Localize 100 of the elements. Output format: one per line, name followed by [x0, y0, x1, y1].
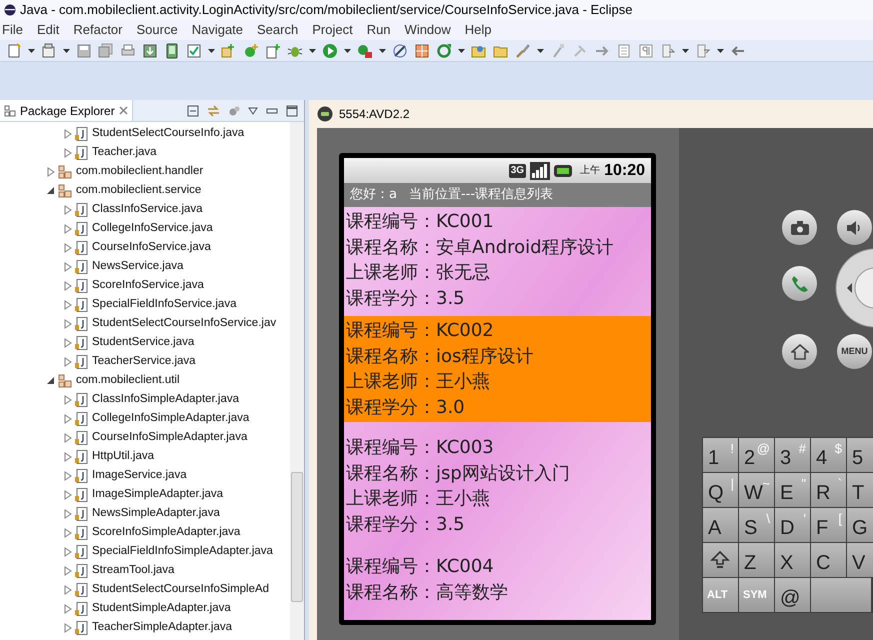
keyboard-key[interactable]: Q |: [703, 473, 738, 507]
keyboard-key[interactable]: T: [847, 473, 873, 507]
file-name[interactable]: CourseInfoService.java: [92, 238, 211, 256]
paragraph-icon[interactable]: [638, 42, 654, 58]
print-icon[interactable]: [120, 42, 136, 58]
save-all-icon[interactable]: [98, 42, 114, 58]
dropdown-caret-icon[interactable]: [309, 48, 316, 52]
collapse-all-icon[interactable]: [187, 104, 199, 116]
expand-arrow-icon[interactable]: [47, 166, 55, 176]
run-tool-icon[interactable]: [357, 42, 373, 58]
file-name[interactable]: ImageSimpleAdapter.java: [92, 486, 224, 504]
file-name[interactable]: TeacherService.java: [92, 352, 196, 370]
save-icon[interactable]: [76, 42, 92, 58]
file-name[interactable]: NewsSimpleAdapter.java: [92, 504, 220, 522]
scrollbar[interactable]: [290, 122, 304, 640]
keyboard-key[interactable]: V: [847, 543, 873, 577]
package-name[interactable]: com.mobileclient.service: [76, 182, 202, 200]
menu-item[interactable]: File: [2, 20, 23, 40]
menu-item[interactable]: Window: [404, 20, 451, 40]
file-name[interactable]: SpecialFieldInfoService.java: [92, 296, 236, 314]
keyboard-key[interactable]: A: [703, 508, 738, 542]
dropdown-caret-icon[interactable]: [379, 48, 386, 52]
volume-button[interactable]: [837, 210, 872, 245]
file-name[interactable]: CourseInfoSimpleAdapter.java: [92, 428, 248, 446]
new-package-icon[interactable]: [221, 42, 237, 58]
new-interface-icon[interactable]: [265, 42, 281, 58]
scrollbar-thumb[interactable]: [291, 472, 303, 602]
list-item[interactable]: 课程编号：KC004 课程名称：高等数学: [344, 552, 651, 607]
grid-icon[interactable]: [414, 42, 430, 58]
camera-button[interactable]: [782, 210, 817, 245]
keyboard-key[interactable]: D ': [775, 508, 810, 542]
file-name[interactable]: TeacherSimpleAdapter.java: [92, 618, 232, 636]
minimize-icon[interactable]: [266, 108, 278, 114]
brush-icon[interactable]: [515, 42, 531, 58]
file-name[interactable]: StudentSelectCourseInfoSimpleAd: [92, 580, 270, 598]
dropdown-caret-icon[interactable]: [208, 48, 215, 52]
file-name[interactable]: ScoreInfoService.java: [92, 276, 204, 294]
dropdown-caret-icon[interactable]: [63, 48, 70, 52]
menu-item[interactable]: Refactor: [73, 20, 122, 40]
file-name[interactable]: ClassInfoService.java: [92, 200, 203, 218]
list-item[interactable]: 课程编号：KC001 课程名称：安卓Android程序设计 上课老师：张无忌 课程学分：3.5: [344, 207, 651, 313]
dropdown-caret-icon[interactable]: [682, 48, 689, 52]
keyboard-key[interactable]: 4 $: [811, 438, 846, 472]
file-name[interactable]: StudentSimpleAdapter.java: [92, 600, 231, 618]
keyboard-key[interactable]: Z: [739, 543, 774, 577]
dropdown-caret-icon[interactable]: [717, 48, 724, 52]
link-editor-icon[interactable]: [207, 104, 220, 116]
device-icon[interactable]: [164, 42, 180, 58]
file-name[interactable]: StudentSelectCourseInfo.java: [92, 124, 244, 142]
menu-item[interactable]: Project: [312, 20, 353, 40]
file-name[interactable]: CollegeInfoSimpleAdapter.java: [92, 410, 250, 428]
file-name[interactable]: SpecialFieldInfoSimpleAdapter.java: [92, 542, 273, 560]
menu-item[interactable]: Navigate: [192, 20, 244, 40]
refresh-icon[interactable]: [436, 42, 452, 58]
dropdown-caret-icon[interactable]: [458, 48, 465, 52]
menu-item[interactable]: Help: [464, 20, 492, 40]
file-name[interactable]: ScoreInfoSimpleAdapter.java: [92, 524, 240, 542]
collapse-arrow-icon[interactable]: [47, 376, 55, 386]
collapse-arrow-icon[interactable]: [47, 186, 55, 196]
file-name[interactable]: Teacher.java: [92, 144, 157, 162]
file-name[interactable]: StreamTool.java: [92, 562, 174, 580]
play-icon[interactable]: [322, 42, 338, 58]
keyboard-key[interactable]: W~: [739, 473, 774, 507]
checkbox-icon[interactable]: [186, 42, 202, 58]
dropdown-caret-icon[interactable]: [344, 48, 351, 52]
document-icon[interactable]: [616, 42, 632, 58]
keyboard-key[interactable]: F [: [811, 508, 846, 542]
file-name[interactable]: NewsService.java: [92, 258, 184, 276]
keyboard-key[interactable]: @: [775, 578, 810, 612]
keyboard-key[interactable]: C: [811, 543, 846, 577]
view-menu-icon[interactable]: [248, 106, 258, 114]
keyboard-key[interactable]: G: [847, 508, 873, 542]
keyboard-key[interactable]: 3 #: [775, 438, 810, 472]
keyboard-key[interactable]: E ": [775, 473, 810, 507]
keyboard-key[interactable]: 5: [847, 438, 873, 472]
menu-item[interactable]: Edit: [36, 20, 60, 40]
dropdown-caret-icon[interactable]: [28, 48, 35, 52]
menu-button[interactable]: MENU: [837, 334, 872, 369]
package-name[interactable]: com.mobileclient.util: [76, 372, 180, 390]
list-item[interactable]: 课程编号：KC003 课程名称：jsp网站设计入门 上课老师：王小燕 课程学分：3.5: [344, 433, 651, 539]
file-name[interactable]: HttpUtil.java: [92, 448, 154, 466]
home-button[interactable]: [782, 334, 817, 369]
keyboard-key[interactable]: 2@: [739, 438, 774, 472]
new-class-icon[interactable]: [243, 42, 259, 58]
call-button[interactable]: [782, 266, 817, 301]
keyboard-key[interactable]: [703, 543, 738, 577]
package-name[interactable]: com.mobileclient.handler: [76, 162, 204, 180]
close-icon[interactable]: [118, 106, 128, 115]
keyboard-key[interactable]: 1 !: [703, 438, 738, 472]
file-name[interactable]: CollegeInfoService.java: [92, 220, 213, 238]
download-icon[interactable]: [142, 42, 158, 58]
file-name[interactable]: ClassInfoSimpleAdapter.java: [92, 390, 240, 408]
menu-item[interactable]: Search: [257, 20, 298, 40]
file-name[interactable]: StudentSelectCourseInfoService.jav: [92, 314, 276, 332]
package-explorer-tab[interactable]: Package Explorer: [0, 100, 133, 121]
dropdown-caret-icon[interactable]: [537, 48, 544, 52]
file-name[interactable]: StudentService.java: [92, 334, 194, 352]
file-name[interactable]: ImageService.java: [92, 466, 187, 484]
keyboard-key[interactable]: R `: [811, 473, 846, 507]
keyboard-key[interactable]: X: [775, 543, 810, 577]
